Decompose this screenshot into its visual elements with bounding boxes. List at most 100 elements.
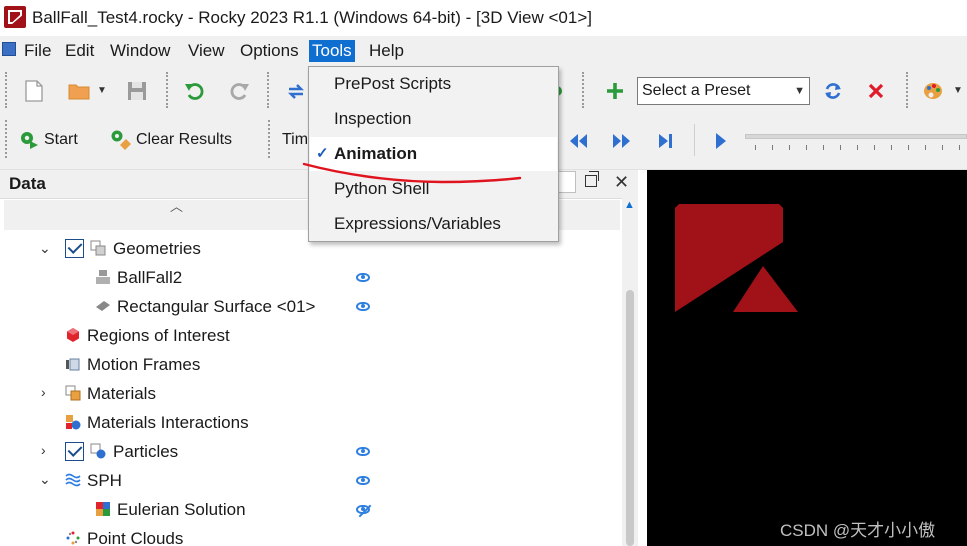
redo-icon[interactable] <box>226 78 252 104</box>
toolbar-separator <box>166 72 169 108</box>
timeline-tick <box>806 145 807 150</box>
preset-select-value: Select a Preset <box>642 82 751 99</box>
chevron-down-icon[interactable]: ▼ <box>952 82 964 98</box>
tree-item-rectangular-surface[interactable]: Rectangular Surface <01> <box>117 294 315 320</box>
add-icon[interactable] <box>602 78 628 104</box>
tree-item-motion-frames[interactable]: Motion Frames <box>87 352 200 378</box>
menu-window[interactable]: Window <box>107 40 173 62</box>
menu-help[interactable]: Help <box>366 40 407 62</box>
geometries-icon <box>90 240 106 256</box>
visibility-eye-icon[interactable] <box>356 302 370 311</box>
collapse-icon[interactable]: ⌄ <box>39 471 51 488</box>
particles-icon <box>90 443 106 459</box>
eulerian-icon <box>95 501 111 517</box>
tree-item-regions-of-interest[interactable]: Regions of Interest <box>87 323 230 349</box>
scroll-up-icon[interactable]: ▲ <box>624 199 635 211</box>
timeline-tick <box>840 145 841 150</box>
hidden-eye-icon[interactable] <box>356 505 370 514</box>
tree-item-geometries[interactable]: Geometries <box>113 236 201 262</box>
timeline-tick <box>755 145 756 150</box>
float-panel-icon[interactable] <box>585 171 599 187</box>
clear-results-icon <box>110 129 132 151</box>
toolbar-grip[interactable] <box>5 72 8 108</box>
toolbar-grip[interactable] <box>268 120 271 158</box>
timeline-tick <box>891 145 892 150</box>
menu-view[interactable]: View <box>185 40 228 62</box>
toolbar-grip[interactable] <box>5 120 8 158</box>
annotation-underline <box>302 162 522 184</box>
rocky-app-icon <box>4 6 26 28</box>
document-cube-icon[interactable] <box>2 42 16 56</box>
visibility-eye-icon[interactable] <box>356 476 370 485</box>
menu-edit[interactable]: Edit <box>62 40 97 62</box>
tree-item-point-clouds[interactable]: Point Clouds <box>87 526 183 546</box>
toolbar-separator <box>694 124 695 156</box>
toolbar-separator <box>906 72 909 108</box>
open-folder-icon[interactable] <box>66 78 92 104</box>
chevron-down-icon: ▼ <box>794 85 805 97</box>
regions-icon <box>65 327 81 343</box>
tree-item-eulerian-solution[interactable]: Eulerian Solution <box>117 497 246 523</box>
play-icon[interactable] <box>710 130 732 152</box>
tree-item-materials[interactable]: Materials <box>87 381 156 407</box>
title-bar: BallFall_Test4.rocky - Rocky 2023 R1.1 (… <box>0 0 967 36</box>
new-file-icon[interactable] <box>22 78 46 104</box>
menu-item-label: PrePost Scripts <box>334 74 452 93</box>
toolbar-separator <box>582 72 585 108</box>
swap-icon[interactable] <box>284 78 308 104</box>
timeline-tick <box>857 145 858 150</box>
wall-icon <box>95 269 111 285</box>
start-button[interactable]: Start <box>44 131 78 149</box>
menu-options[interactable]: Options <box>237 40 302 62</box>
preset-select[interactable]: Select a Preset ▼ <box>637 77 810 105</box>
timeline-tick <box>874 145 875 150</box>
refresh-icon[interactable] <box>820 78 846 104</box>
palette-icon[interactable] <box>920 78 946 104</box>
menu-file[interactable]: File <box>21 40 54 62</box>
menu-tools[interactable]: Tools <box>309 40 355 62</box>
rocky-logo <box>675 204 798 312</box>
materials-interactions-icon <box>65 414 81 430</box>
animation-timeline-slider[interactable] <box>745 132 967 152</box>
visibility-eye-icon[interactable] <box>356 447 370 456</box>
scrollbar-thumb[interactable] <box>626 290 634 546</box>
fast-forward-icon[interactable] <box>610 130 634 152</box>
start-icon <box>18 129 40 151</box>
tree-item-materials-interactions[interactable]: Materials Interactions <box>87 410 249 436</box>
chevron-down-icon[interactable]: ▼ <box>96 82 108 98</box>
timeline-tick <box>959 145 960 150</box>
expand-icon[interactable]: › <box>41 384 46 400</box>
particles-checkbox[interactable] <box>65 442 84 461</box>
collapse-icon[interactable]: ⌄ <box>39 240 51 257</box>
motion-frames-icon <box>65 356 81 372</box>
tree-item-ballfall2[interactable]: BallFall2 <box>117 265 182 291</box>
geometries-checkbox[interactable] <box>65 239 84 258</box>
sph-icon <box>65 472 81 488</box>
menu-item-prepost-scripts[interactable]: PrePost Scripts <box>310 67 557 101</box>
time-label: Tim <box>282 131 309 148</box>
watermark-text: CSDN @天才小小傲 <box>780 521 936 540</box>
materials-icon <box>65 385 81 401</box>
clear-results-button[interactable]: Clear Results <box>136 131 232 149</box>
window-title: BallFall_Test4.rocky - Rocky 2023 R1.1 (… <box>32 8 592 27</box>
menu-item-label: Expressions/Variables <box>334 214 501 233</box>
delete-icon[interactable] <box>864 78 888 104</box>
last-frame-icon[interactable] <box>654 130 678 152</box>
timeline-tick <box>789 145 790 150</box>
tree-item-particles[interactable]: Particles <box>113 439 178 465</box>
timeline-tick <box>942 145 943 150</box>
undo-icon[interactable] <box>182 78 208 104</box>
menu-item-inspection[interactable]: Inspection <box>310 102 557 136</box>
timeline-tick <box>908 145 909 150</box>
point-clouds-icon <box>65 530 81 546</box>
tools-dropdown-menu: PrePost Scripts Inspection ✓ Animation P… <box>308 66 559 242</box>
save-icon[interactable] <box>124 78 150 104</box>
timeline-tick <box>925 145 926 150</box>
tree-item-sph[interactable]: SPH <box>87 468 122 494</box>
expand-icon[interactable]: › <box>41 442 46 458</box>
chevron-up-icon[interactable]: ︿ <box>170 196 183 215</box>
visibility-eye-icon[interactable] <box>356 273 370 282</box>
close-icon[interactable]: ✕ <box>614 172 629 193</box>
first-frame-icon[interactable] <box>566 130 590 152</box>
menu-item-expressions-variables[interactable]: Expressions/Variables <box>310 207 557 241</box>
